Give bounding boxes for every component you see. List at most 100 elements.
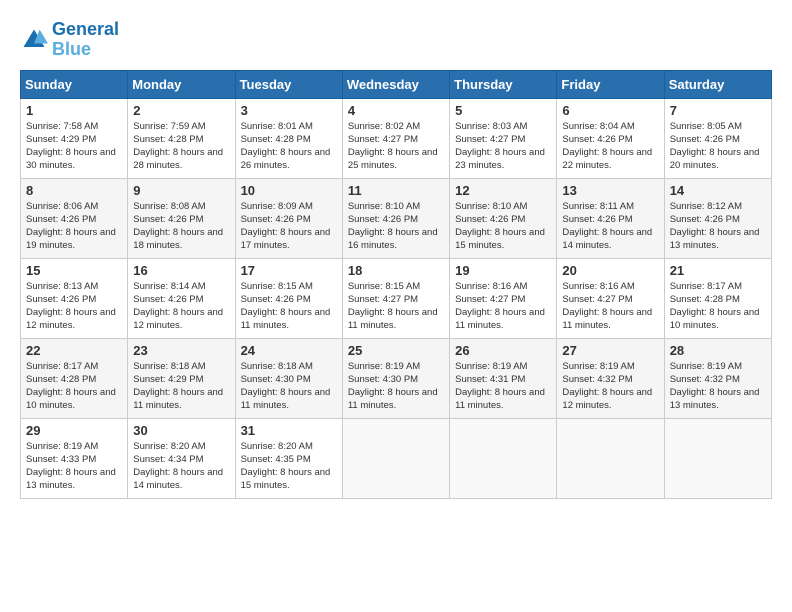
logo-icon (20, 26, 48, 54)
calendar-cell: 11 Sunrise: 8:10 AM Sunset: 4:26 PM Dayl… (342, 178, 449, 258)
calendar-cell: 30 Sunrise: 8:20 AM Sunset: 4:34 PM Dayl… (128, 418, 235, 498)
weekday-header-sunday: Sunday (21, 70, 128, 98)
calendar-cell: 17 Sunrise: 8:15 AM Sunset: 4:26 PM Dayl… (235, 258, 342, 338)
weekday-header-tuesday: Tuesday (235, 70, 342, 98)
day-number: 28 (670, 343, 766, 358)
day-number: 22 (26, 343, 122, 358)
day-number: 30 (133, 423, 229, 438)
day-info: Sunrise: 8:19 AM Sunset: 4:31 PM Dayligh… (455, 360, 551, 413)
calendar-cell: 18 Sunrise: 8:15 AM Sunset: 4:27 PM Dayl… (342, 258, 449, 338)
day-info: Sunrise: 8:02 AM Sunset: 4:27 PM Dayligh… (348, 120, 444, 173)
day-number: 5 (455, 103, 551, 118)
calendar-cell: 9 Sunrise: 8:08 AM Sunset: 4:26 PM Dayli… (128, 178, 235, 258)
day-number: 6 (562, 103, 658, 118)
day-info: Sunrise: 8:15 AM Sunset: 4:27 PM Dayligh… (348, 280, 444, 333)
day-number: 17 (241, 263, 337, 278)
day-info: Sunrise: 8:10 AM Sunset: 4:26 PM Dayligh… (348, 200, 444, 253)
day-number: 29 (26, 423, 122, 438)
day-number: 7 (670, 103, 766, 118)
calendar-cell: 10 Sunrise: 8:09 AM Sunset: 4:26 PM Dayl… (235, 178, 342, 258)
weekday-header-row: SundayMondayTuesdayWednesdayThursdayFrid… (21, 70, 772, 98)
calendar-cell: 26 Sunrise: 8:19 AM Sunset: 4:31 PM Dayl… (450, 338, 557, 418)
day-info: Sunrise: 8:10 AM Sunset: 4:26 PM Dayligh… (455, 200, 551, 253)
calendar-cell: 27 Sunrise: 8:19 AM Sunset: 4:32 PM Dayl… (557, 338, 664, 418)
calendar-week-row: 15 Sunrise: 8:13 AM Sunset: 4:26 PM Dayl… (21, 258, 772, 338)
day-number: 25 (348, 343, 444, 358)
day-info: Sunrise: 7:59 AM Sunset: 4:28 PM Dayligh… (133, 120, 229, 173)
calendar-cell: 25 Sunrise: 8:19 AM Sunset: 4:30 PM Dayl… (342, 338, 449, 418)
calendar-cell (557, 418, 664, 498)
calendar-cell: 4 Sunrise: 8:02 AM Sunset: 4:27 PM Dayli… (342, 98, 449, 178)
day-info: Sunrise: 8:19 AM Sunset: 4:32 PM Dayligh… (562, 360, 658, 413)
day-number: 31 (241, 423, 337, 438)
calendar-cell (342, 418, 449, 498)
day-info: Sunrise: 8:16 AM Sunset: 4:27 PM Dayligh… (562, 280, 658, 333)
day-info: Sunrise: 8:14 AM Sunset: 4:26 PM Dayligh… (133, 280, 229, 333)
calendar-cell: 5 Sunrise: 8:03 AM Sunset: 4:27 PM Dayli… (450, 98, 557, 178)
calendar-cell: 15 Sunrise: 8:13 AM Sunset: 4:26 PM Dayl… (21, 258, 128, 338)
day-info: Sunrise: 8:08 AM Sunset: 4:26 PM Dayligh… (133, 200, 229, 253)
weekday-header-friday: Friday (557, 70, 664, 98)
calendar-cell: 28 Sunrise: 8:19 AM Sunset: 4:32 PM Dayl… (664, 338, 771, 418)
calendar-cell: 6 Sunrise: 8:04 AM Sunset: 4:26 PM Dayli… (557, 98, 664, 178)
calendar-week-row: 8 Sunrise: 8:06 AM Sunset: 4:26 PM Dayli… (21, 178, 772, 258)
day-number: 23 (133, 343, 229, 358)
day-number: 12 (455, 183, 551, 198)
day-info: Sunrise: 8:05 AM Sunset: 4:26 PM Dayligh… (670, 120, 766, 173)
calendar-cell: 24 Sunrise: 8:18 AM Sunset: 4:30 PM Dayl… (235, 338, 342, 418)
day-number: 10 (241, 183, 337, 198)
day-number: 24 (241, 343, 337, 358)
day-number: 19 (455, 263, 551, 278)
day-info: Sunrise: 8:19 AM Sunset: 4:32 PM Dayligh… (670, 360, 766, 413)
day-info: Sunrise: 8:12 AM Sunset: 4:26 PM Dayligh… (670, 200, 766, 253)
calendar-week-row: 22 Sunrise: 8:17 AM Sunset: 4:28 PM Dayl… (21, 338, 772, 418)
calendar-cell: 31 Sunrise: 8:20 AM Sunset: 4:35 PM Dayl… (235, 418, 342, 498)
calendar-cell: 1 Sunrise: 7:58 AM Sunset: 4:29 PM Dayli… (21, 98, 128, 178)
day-info: Sunrise: 8:01 AM Sunset: 4:28 PM Dayligh… (241, 120, 337, 173)
day-number: 9 (133, 183, 229, 198)
day-number: 21 (670, 263, 766, 278)
day-info: Sunrise: 8:06 AM Sunset: 4:26 PM Dayligh… (26, 200, 122, 253)
calendar-cell: 7 Sunrise: 8:05 AM Sunset: 4:26 PM Dayli… (664, 98, 771, 178)
day-info: Sunrise: 8:11 AM Sunset: 4:26 PM Dayligh… (562, 200, 658, 253)
day-number: 11 (348, 183, 444, 198)
weekday-header-monday: Monday (128, 70, 235, 98)
calendar-cell: 2 Sunrise: 7:59 AM Sunset: 4:28 PM Dayli… (128, 98, 235, 178)
day-number: 16 (133, 263, 229, 278)
day-number: 8 (26, 183, 122, 198)
day-number: 27 (562, 343, 658, 358)
weekday-header-wednesday: Wednesday (342, 70, 449, 98)
day-number: 14 (670, 183, 766, 198)
day-number: 18 (348, 263, 444, 278)
calendar-cell: 8 Sunrise: 8:06 AM Sunset: 4:26 PM Dayli… (21, 178, 128, 258)
day-info: Sunrise: 8:15 AM Sunset: 4:26 PM Dayligh… (241, 280, 337, 333)
day-info: Sunrise: 8:04 AM Sunset: 4:26 PM Dayligh… (562, 120, 658, 173)
day-info: Sunrise: 8:13 AM Sunset: 4:26 PM Dayligh… (26, 280, 122, 333)
day-info: Sunrise: 8:16 AM Sunset: 4:27 PM Dayligh… (455, 280, 551, 333)
day-info: Sunrise: 8:19 AM Sunset: 4:30 PM Dayligh… (348, 360, 444, 413)
day-info: Sunrise: 8:20 AM Sunset: 4:35 PM Dayligh… (241, 440, 337, 493)
day-number: 13 (562, 183, 658, 198)
calendar-week-row: 29 Sunrise: 8:19 AM Sunset: 4:33 PM Dayl… (21, 418, 772, 498)
calendar-cell: 19 Sunrise: 8:16 AM Sunset: 4:27 PM Dayl… (450, 258, 557, 338)
calendar-week-row: 1 Sunrise: 7:58 AM Sunset: 4:29 PM Dayli… (21, 98, 772, 178)
calendar-cell: 12 Sunrise: 8:10 AM Sunset: 4:26 PM Dayl… (450, 178, 557, 258)
day-number: 26 (455, 343, 551, 358)
day-info: Sunrise: 8:17 AM Sunset: 4:28 PM Dayligh… (26, 360, 122, 413)
calendar-cell (664, 418, 771, 498)
day-number: 4 (348, 103, 444, 118)
day-info: Sunrise: 8:09 AM Sunset: 4:26 PM Dayligh… (241, 200, 337, 253)
logo-text: General Blue (52, 20, 119, 60)
day-number: 2 (133, 103, 229, 118)
day-info: Sunrise: 8:20 AM Sunset: 4:34 PM Dayligh… (133, 440, 229, 493)
calendar-cell: 13 Sunrise: 8:11 AM Sunset: 4:26 PM Dayl… (557, 178, 664, 258)
day-info: Sunrise: 8:18 AM Sunset: 4:30 PM Dayligh… (241, 360, 337, 413)
logo: General Blue (20, 20, 119, 60)
day-info: Sunrise: 8:18 AM Sunset: 4:29 PM Dayligh… (133, 360, 229, 413)
day-number: 15 (26, 263, 122, 278)
calendar-cell: 21 Sunrise: 8:17 AM Sunset: 4:28 PM Dayl… (664, 258, 771, 338)
calendar-cell: 14 Sunrise: 8:12 AM Sunset: 4:26 PM Dayl… (664, 178, 771, 258)
weekday-header-saturday: Saturday (664, 70, 771, 98)
calendar-table: SundayMondayTuesdayWednesdayThursdayFrid… (20, 70, 772, 499)
day-number: 3 (241, 103, 337, 118)
